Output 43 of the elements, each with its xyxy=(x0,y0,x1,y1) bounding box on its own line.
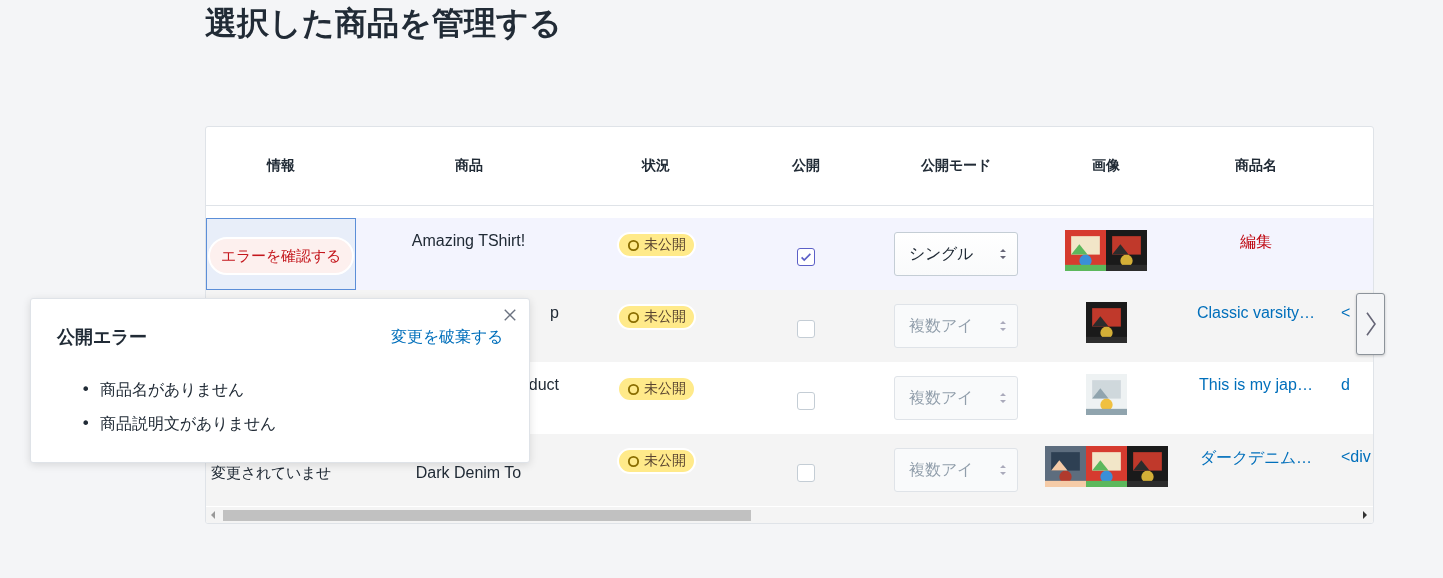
product-text: Dark Denim To xyxy=(415,464,522,482)
sort-arrows-icon xyxy=(999,247,1007,261)
check-errors-button[interactable]: エラーを確認する xyxy=(208,237,354,275)
horizontal-scrollbar[interactable] xyxy=(206,507,1373,523)
status-badge: 未公開 xyxy=(616,232,696,258)
circle-icon xyxy=(626,310,640,324)
column-header: 商品 xyxy=(454,157,483,175)
sort-arrows-icon xyxy=(999,463,1007,477)
status-badge: 未公開 xyxy=(616,448,696,474)
column-header: 公開モード xyxy=(921,157,991,175)
column-header: 情報 xyxy=(267,157,295,175)
discard-changes-link[interactable]: 変更を破棄する xyxy=(391,326,503,348)
info-text: 変更されていませ xyxy=(210,464,331,483)
status-badge: 未公開 xyxy=(616,376,696,402)
product-text: p xyxy=(550,304,559,322)
product-name-link[interactable]: Classic varsity… xyxy=(1196,304,1316,322)
circle-icon xyxy=(626,238,640,252)
description-text: < xyxy=(1341,304,1351,322)
column-header: 商品名 xyxy=(1235,157,1277,175)
publish-checkbox[interactable] xyxy=(797,248,815,266)
circle-icon xyxy=(626,382,640,396)
product-text: Amazing TShirt! xyxy=(411,232,526,250)
bullet: • xyxy=(81,380,91,399)
sort-arrows-icon xyxy=(999,391,1007,405)
column-header: 状況 xyxy=(642,157,670,175)
product-name-link[interactable]: ダークデニム… xyxy=(1200,448,1312,469)
product-text: duct xyxy=(528,376,559,394)
mode-select[interactable]: シングル xyxy=(894,232,1018,276)
column-header: 公開 xyxy=(792,157,820,175)
bullet: • xyxy=(81,414,91,433)
edit-link[interactable]: 編集 xyxy=(1240,232,1272,253)
product-name-link[interactable]: This is my jap… xyxy=(1199,376,1313,394)
circle-icon xyxy=(626,454,640,468)
page-title: 選択した商品を管理する xyxy=(205,3,562,44)
table-row[interactable]: エラーを確認する Amazing TShirt! 未公開 シングル 編集 xyxy=(206,218,1373,290)
popover-title: 公開エラー xyxy=(57,325,147,349)
description-text: d xyxy=(1341,376,1350,394)
column-header: 画像 xyxy=(1092,157,1120,175)
sort-arrows-icon xyxy=(999,319,1007,333)
next-arrow-button[interactable] xyxy=(1356,293,1385,355)
description-text: <div xyxy=(1341,448,1371,466)
close-icon[interactable] xyxy=(503,308,517,322)
status-badge: 未公開 xyxy=(616,304,696,330)
